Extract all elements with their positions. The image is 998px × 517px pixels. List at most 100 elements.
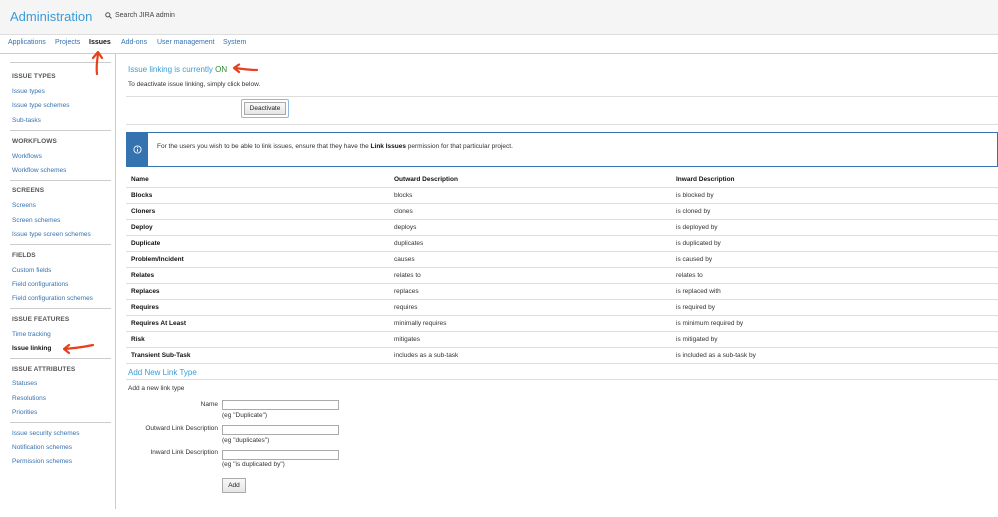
sidebar-divider [10, 422, 111, 423]
table-row: Transient Sub-Task includes as a sub-task… [126, 348, 998, 364]
name-hint: (eg "Duplicate") [222, 412, 268, 419]
inward-description: is cloned by [676, 208, 711, 215]
sidebar-divider [10, 244, 111, 245]
info-message-text: For the users you wish to be able to lin… [157, 143, 513, 150]
table-row: Cloners clones is cloned by [126, 204, 998, 220]
link-type-name: Replaces [131, 288, 160, 295]
sidebar-heading-issue-attributes: ISSUE ATTRIBUTES [12, 366, 76, 373]
sidebar-item-issue-type-schemes[interactable]: Issue type schemes [12, 102, 69, 109]
nav-add-ons[interactable]: Add-ons [121, 39, 147, 46]
table-row: Deploy deploys is deployed by [126, 220, 998, 236]
column-header-outward: Outward Description [394, 176, 458, 183]
sidebar: ISSUE TYPES Issue types Issue type schem… [5, 54, 116, 509]
sidebar-item-workflow-schemes[interactable]: Workflow schemes [12, 167, 66, 174]
info-icon [133, 145, 142, 154]
admin-nav: Applications Projects Issues Add-ons Use… [0, 36, 998, 54]
annotation-arrow-up [91, 50, 104, 76]
nav-applications[interactable]: Applications [8, 39, 46, 46]
nav-issues[interactable]: Issues [89, 39, 111, 46]
deactivate-instruction: To deactivate issue linking, simply clic… [128, 81, 261, 88]
info-text-end: permission for that particular project. [407, 143, 513, 150]
annotation-arrow-left [232, 63, 259, 74]
outward-description: clones [394, 208, 413, 215]
info-text-start: For the users you wish to be able to lin… [157, 143, 369, 150]
linking-status-heading: Issue linking is currently ON [128, 65, 227, 74]
sidebar-item-issue-linking[interactable]: Issue linking [12, 345, 51, 352]
sidebar-item-custom-fields[interactable]: Custom fields [12, 267, 51, 274]
link-type-name: Relates [131, 272, 155, 279]
sidebar-divider [10, 308, 111, 309]
inward-description-hint: (eg "is duplicated by") [222, 461, 285, 468]
link-type-name: Duplicate [131, 240, 161, 247]
divider [126, 96, 998, 97]
inward-description: is blocked by [676, 192, 714, 199]
name-input[interactable] [222, 400, 339, 410]
sidebar-item-sub-tasks[interactable]: Sub-tasks [12, 117, 41, 124]
inward-description: is replaced with [676, 288, 721, 295]
search-icon [105, 12, 112, 19]
sidebar-item-screen-schemes[interactable]: Screen schemes [12, 217, 60, 224]
inward-description: relates to [676, 272, 703, 279]
nav-user-management[interactable]: User management [157, 39, 215, 46]
sidebar-item-field-configuration-schemes[interactable]: Field configuration schemes [12, 295, 93, 302]
info-message: For the users you wish to be able to lin… [126, 132, 998, 167]
sidebar-item-field-configurations[interactable]: Field configurations [12, 281, 68, 288]
deactivate-button[interactable]: Deactivate [244, 102, 286, 115]
admin-title[interactable]: Administration [10, 9, 92, 24]
linking-status-prefix: Issue linking is currently [128, 65, 213, 74]
sidebar-item-permission-schemes[interactable]: Permission schemes [12, 458, 72, 465]
inward-description: is duplicated by [676, 240, 721, 247]
outward-description: minimally requires [394, 320, 447, 327]
linking-status-value: ON [215, 65, 228, 74]
link-type-name: Deploy [131, 224, 153, 231]
nav-system[interactable]: System [223, 39, 246, 46]
inward-description: is required by [676, 304, 716, 311]
sidebar-divider [10, 130, 111, 131]
outward-description: causes [394, 256, 415, 263]
table-row: Relates relates to relates to [126, 268, 998, 284]
sidebar-heading-fields: FIELDS [12, 252, 36, 259]
outward-description-label: Outward Link Description [145, 425, 218, 432]
outward-description: deploys [394, 224, 417, 231]
inward-description-input[interactable] [222, 450, 339, 460]
outward-description-hint: (eg "duplicates") [222, 437, 270, 444]
table-row: Duplicate duplicates is duplicated by [126, 236, 998, 252]
outward-description-input[interactable] [222, 425, 339, 435]
admin-search[interactable]: Search JIRA admin [105, 12, 175, 19]
link-type-name: Problem/Incident [131, 256, 184, 263]
inward-description: is mitigated by [676, 336, 718, 343]
sidebar-item-issue-security-schemes[interactable]: Issue security schemes [12, 430, 80, 437]
inward-description: is deployed by [676, 224, 718, 231]
sidebar-item-notification-schemes[interactable]: Notification schemes [12, 444, 72, 451]
table-row: Requires requires is required by [126, 300, 998, 316]
inward-description: is minimum required by [676, 320, 744, 327]
annotation-arrow-left [62, 343, 95, 355]
outward-description: duplicates [394, 240, 424, 247]
outward-description: includes as a sub-task [394, 352, 459, 359]
table-row: Requires At Least minimally requires is mi… [126, 316, 998, 332]
sidebar-item-resolutions[interactable]: Resolutions [12, 395, 46, 402]
link-type-name: Requires [131, 304, 159, 311]
link-type-name: Cloners [131, 208, 156, 215]
inward-description: is included as a sub-task by [676, 352, 756, 359]
sidebar-heading-screens: SCREENS [12, 187, 45, 194]
sidebar-item-priorities[interactable]: Priorities [12, 409, 37, 416]
sidebar-item-workflows[interactable]: Workflows [12, 153, 42, 160]
sidebar-item-issue-types[interactable]: Issue types [12, 88, 45, 95]
sidebar-item-time-tracking[interactable]: Time tracking [12, 331, 51, 338]
nav-projects[interactable]: Projects [55, 39, 80, 46]
info-text-permission: Link Issues [370, 143, 406, 150]
info-bar [127, 133, 148, 166]
search-input-placeholder[interactable]: Search JIRA admin [115, 12, 175, 19]
add-link-type-heading: Add New Link Type [128, 368, 197, 377]
add-link-type-button[interactable]: Add [222, 478, 246, 493]
link-type-name: Risk [131, 336, 145, 343]
sidebar-heading-issue-types: ISSUE TYPES [12, 73, 56, 80]
sidebar-item-screens[interactable]: Screens [12, 202, 36, 209]
sidebar-divider [10, 358, 111, 359]
sidebar-item-statuses[interactable]: Statuses [12, 380, 37, 387]
table-row: Risk mitigates is mitigated by [126, 332, 998, 348]
sidebar-item-issue-type-screen-schemes[interactable]: Issue type screen schemes [12, 231, 91, 238]
column-header-inward: Inward Description [676, 176, 735, 183]
inward-description: is caused by [676, 256, 713, 263]
